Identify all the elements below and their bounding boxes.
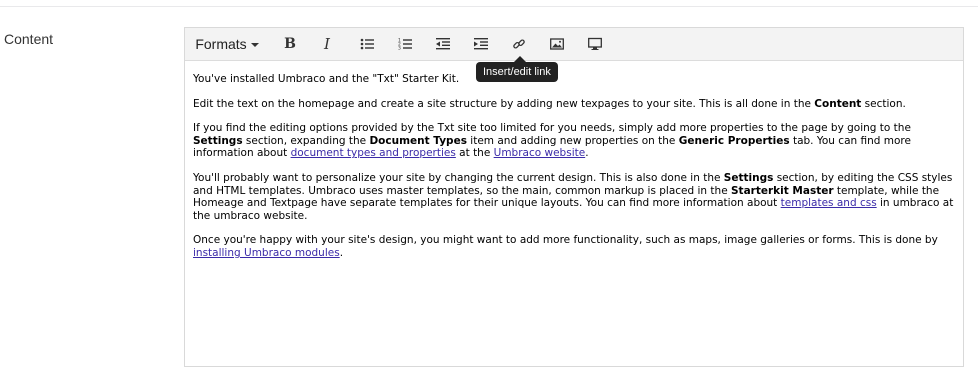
top-divider [0,6,978,7]
editor-content[interactable]: You've installed Umbraco and the "Txt" S… [185,61,963,260]
outdent-icon [436,38,450,50]
chevron-down-icon [250,43,259,47]
image-button[interactable] [542,31,572,57]
link-button[interactable] [504,31,534,57]
installing-modules-link[interactable]: installing Umbraco modules [193,247,340,259]
monitor-icon [588,37,602,50]
editor-toolbar: Formats B I 1 2 3 [185,28,963,61]
numbered-list-button[interactable]: 1 2 3 [390,31,420,57]
outdent-button[interactable] [428,31,458,57]
image-icon [550,38,564,50]
bullet-list-button[interactable] [352,31,382,57]
embed-media-button[interactable] [580,31,610,57]
paragraph: Once you're happy with your site's desig… [193,234,938,259]
indent-icon [474,38,488,50]
formats-label: Formats [195,36,247,52]
document-types-link[interactable]: document types and properties [291,147,456,159]
templates-css-link[interactable]: templates and css [781,197,877,209]
formats-dropdown[interactable]: Formats [191,31,263,57]
paragraph: You've installed Umbraco and the "Txt" S… [193,73,460,85]
indent-button[interactable] [466,31,496,57]
svg-text:3: 3 [398,46,401,52]
bullet-list-icon [360,38,374,50]
paragraph: You'll probably want to personalize your… [193,171,954,222]
numbered-list-icon: 1 2 3 [398,38,412,52]
italic-button[interactable]: I [312,31,342,57]
bold-button[interactable]: B [275,31,305,57]
link-tooltip: Insert/edit link [476,62,558,82]
content-field-label: Content [4,31,54,47]
paragraph: Edit the text on the homepage and create… [193,97,906,110]
umbraco-website-link[interactable]: Umbraco website [494,147,586,159]
link-icon [513,39,525,49]
rich-text-editor: Formats B I 1 2 3 You've installed Umbra… [184,27,964,367]
paragraph: If you find the editing options provided… [193,122,911,160]
